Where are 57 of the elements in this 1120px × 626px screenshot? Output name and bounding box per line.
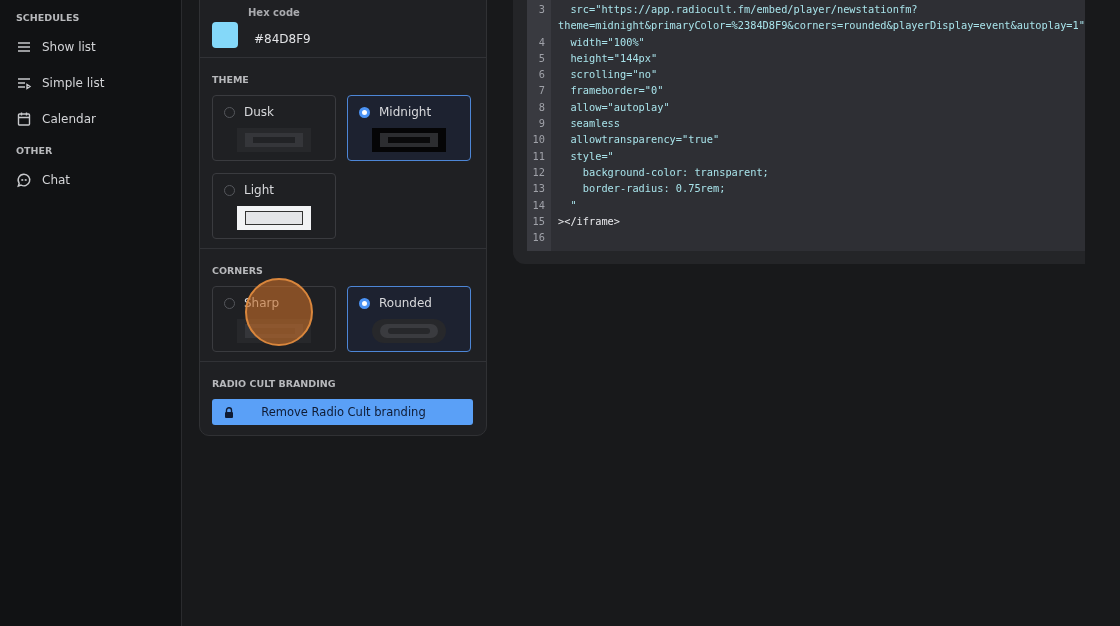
code-line: seamless	[569, 116, 620, 132]
line-number: 10	[531, 132, 546, 148]
line-number: 4	[537, 34, 546, 50]
radio-button[interactable]	[359, 106, 370, 118]
field-label: Hex code	[248, 7, 301, 18]
code-line: allow="autoplay"	[569, 99, 670, 115]
code-line: ></iframe>	[557, 213, 620, 229]
option-card[interactable]: Rounded	[347, 286, 471, 352]
option-card[interactable]: Midnight	[347, 95, 471, 161]
code-line: width="100%"	[569, 34, 645, 50]
option-label: Midnight	[379, 105, 432, 119]
option-label: Light	[244, 183, 274, 197]
list-icon	[16, 39, 32, 55]
sidebar-heading: SCHEDULES	[16, 12, 81, 23]
code-line: style="	[569, 148, 614, 164]
line-number: 16	[531, 230, 546, 246]
line-number: 8	[537, 99, 546, 115]
code-line: height="144px"	[569, 50, 658, 66]
sidebar-item[interactable]: Show list	[42, 40, 96, 54]
remove-branding-button[interactable]: Remove Radio Cult branding	[212, 399, 473, 425]
code-line: scrolling="no"	[569, 67, 658, 83]
click-indicator	[245, 278, 313, 346]
code-line: "	[569, 197, 577, 213]
option-card[interactable]: Dusk	[212, 95, 336, 161]
sidebar-item[interactable]: Chat	[42, 173, 71, 187]
option-label: Rounded	[379, 296, 432, 310]
line-number: 6	[537, 67, 546, 83]
calendar-icon	[16, 111, 32, 127]
code-line: frameborder="0"	[569, 83, 664, 99]
line-number: 15	[531, 213, 546, 229]
line-number: 12	[531, 164, 546, 180]
chat-icon	[16, 172, 32, 188]
code-line: background-color: transparent;	[581, 164, 769, 180]
color-swatch[interactable]	[212, 22, 238, 48]
sidebar-heading: OTHER	[16, 145, 54, 156]
option-label: Dusk	[244, 105, 275, 119]
code-line: border-radius: 0.75rem;	[581, 181, 726, 197]
radio-button[interactable]	[359, 297, 370, 309]
line-number: 7	[537, 83, 546, 99]
playlist-icon	[16, 75, 32, 91]
line-number: 3	[537, 2, 546, 17]
section-label: RADIO CULT BRANDING	[212, 378, 337, 389]
line-number: 13	[531, 181, 546, 197]
hex-input-field[interactable]: #84D8F9	[254, 32, 311, 46]
line-number: 14	[531, 197, 546, 213]
section-label: CORNERS	[212, 265, 264, 276]
sidebar-item[interactable]: Simple list	[42, 76, 105, 90]
option-card[interactable]: Light	[212, 173, 336, 239]
section-label: THEME	[212, 74, 250, 85]
line-number: 9	[537, 116, 546, 132]
line-number: 11	[531, 148, 546, 164]
lock-icon	[224, 406, 234, 418]
sidebar-item[interactable]: Calendar	[42, 112, 96, 126]
line-number: 5	[537, 50, 546, 66]
code-line: theme=midnight&primaryColor=%2384D8F9&corners=rounded&playerDisplay=event&autoplay=1"	[557, 18, 1085, 34]
code-line: src="https://app.radiocult.fm/embed/player/newstationfm?	[569, 2, 919, 17]
code-line: allowtransparency="true"	[569, 132, 720, 148]
